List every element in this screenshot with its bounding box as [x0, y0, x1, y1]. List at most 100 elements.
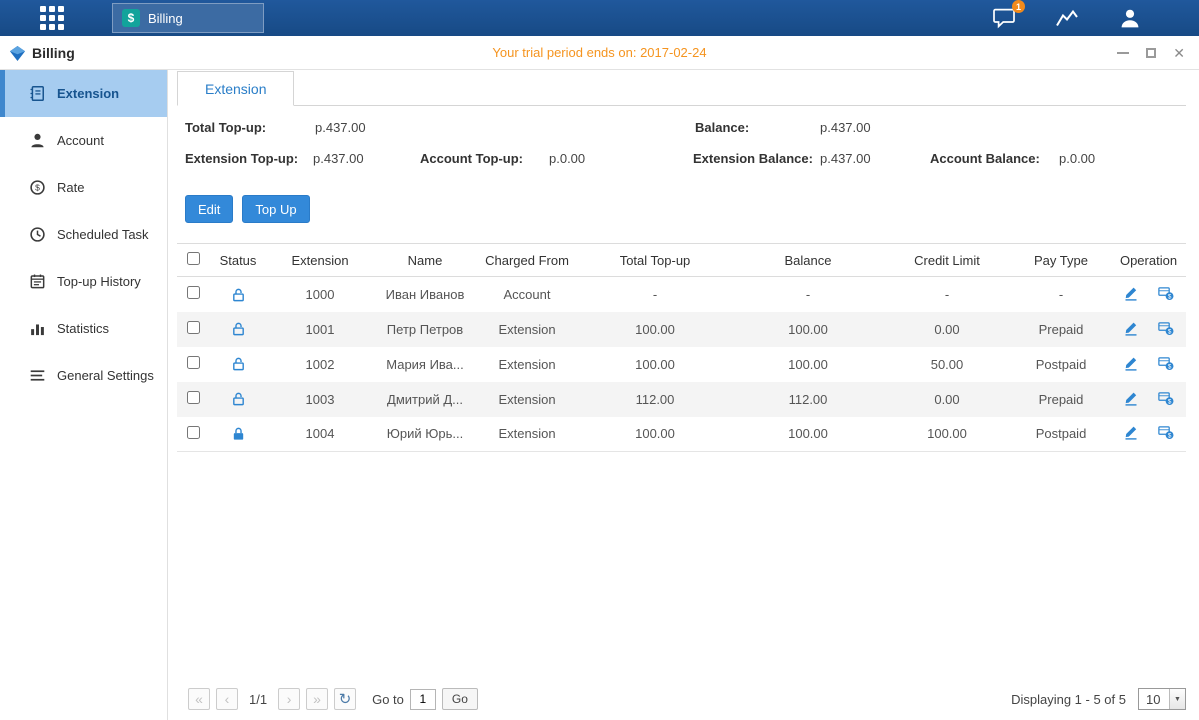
- billing-app-icon: $: [122, 9, 140, 27]
- cell-pay-type: Prepaid: [1011, 312, 1111, 347]
- edit-row-icon[interactable]: [1123, 320, 1139, 336]
- billing-app-window: $ Billing 1 Billing Your trial period en: [0, 0, 1199, 720]
- clock-icon: [29, 226, 46, 243]
- header-status: Status: [209, 244, 267, 277]
- cell-extension: 1001: [267, 312, 373, 347]
- header-total-topup: Total Top-up: [577, 244, 733, 277]
- sidebar: Extension Account Rate Scheduled Task To…: [0, 70, 168, 720]
- sidebar-item-account[interactable]: Account: [0, 117, 167, 164]
- sidebar-item-label: Top-up History: [57, 274, 141, 289]
- calendar-icon: [29, 273, 46, 290]
- edit-row-icon[interactable]: [1123, 285, 1139, 301]
- row-checkbox[interactable]: [187, 426, 200, 439]
- sidebar-item-label: Statistics: [57, 321, 109, 336]
- cell-credit-limit: 0.00: [883, 312, 1011, 347]
- account-balance-value: p.0.00: [1059, 151, 1095, 166]
- row-checkbox[interactable]: [187, 286, 200, 299]
- cell-name: Дмитрий Д...: [373, 382, 477, 417]
- apps-grid-icon[interactable]: [40, 6, 66, 30]
- sidebar-item-general-settings[interactable]: General Settings: [0, 352, 167, 399]
- cell-pay-type: Postpaid: [1011, 347, 1111, 382]
- sidebar-item-rate[interactable]: Rate: [0, 164, 167, 211]
- row-checkbox[interactable]: [187, 391, 200, 404]
- sidebar-item-label: Rate: [57, 180, 84, 195]
- displaying-text: Displaying 1 - 5 of 5: [1011, 692, 1126, 707]
- row-checkbox[interactable]: [187, 321, 200, 334]
- cell-balance: 100.00: [733, 417, 883, 452]
- table-row: 1003 Дмитрий Д... Extension 112.00 112.0…: [177, 382, 1186, 417]
- topbar-right-icons: 1: [991, 0, 1199, 36]
- edit-row-icon[interactable]: [1123, 355, 1139, 371]
- main-content: Extension Total Top-up: p.437.00 Balance…: [168, 70, 1199, 720]
- table-header-row: Status Extension Name Charged From Total…: [177, 244, 1186, 277]
- goto-label: Go to: [372, 692, 404, 707]
- table-row: 1000 Иван Иванов Account - - - -: [177, 277, 1186, 312]
- row-checkbox[interactable]: [187, 356, 200, 369]
- cell-extension: 1000: [267, 277, 373, 312]
- sidebar-item-statistics[interactable]: Statistics: [0, 305, 167, 352]
- top-up-button[interactable]: Top Up: [242, 195, 309, 223]
- minimize-button[interactable]: [1117, 52, 1129, 54]
- next-page-button[interactable]: ›: [278, 688, 300, 710]
- sidebar-item-scheduled-task[interactable]: Scheduled Task: [0, 211, 167, 258]
- resource-monitor-icon[interactable]: [1054, 6, 1080, 30]
- header-credit-limit: Credit Limit: [883, 244, 1011, 277]
- sidebar-item-label: General Settings: [57, 368, 154, 383]
- extension-topup-label: Extension Top-up:: [185, 151, 298, 166]
- summary-panel: Total Top-up: p.437.00 Balance: p.437.00…: [168, 106, 1199, 211]
- edit-row-icon[interactable]: [1123, 390, 1139, 406]
- cell-balance: 100.00: [733, 312, 883, 347]
- extension-table: Status Extension Name Charged From Total…: [177, 243, 1186, 452]
- edit-button[interactable]: Edit: [185, 195, 233, 223]
- cell-charged-from: Extension: [477, 417, 577, 452]
- sidebar-item-topup-history[interactable]: Top-up History: [0, 258, 167, 305]
- page-size-select[interactable]: 10 ▼: [1138, 688, 1186, 710]
- cell-charged-from: Extension: [477, 347, 577, 382]
- cell-balance: 100.00: [733, 347, 883, 382]
- account-topup-value: p.0.00: [549, 151, 585, 166]
- topbar-tab-billing[interactable]: $ Billing: [112, 3, 264, 33]
- top-up-row-icon[interactable]: [1158, 390, 1174, 406]
- rate-icon: [29, 179, 46, 196]
- cell-charged-from: Account: [477, 277, 577, 312]
- cell-pay-type: Postpaid: [1011, 417, 1111, 452]
- cell-name: Мария Ива...: [373, 347, 477, 382]
- top-up-row-icon[interactable]: [1158, 355, 1174, 371]
- table-row: 1001 Петр Петров Extension 100.00 100.00…: [177, 312, 1186, 347]
- chat-icon[interactable]: 1: [991, 6, 1017, 30]
- cell-credit-limit: 0.00: [883, 382, 1011, 417]
- cell-total-topup: 100.00: [577, 347, 733, 382]
- cell-pay-type: Prepaid: [1011, 382, 1111, 417]
- cell-extension: 1002: [267, 347, 373, 382]
- cell-pay-type: -: [1011, 277, 1111, 312]
- page-size-value: 10: [1146, 692, 1160, 707]
- maximize-button[interactable]: [1146, 48, 1156, 58]
- cell-credit-limit: 100.00: [883, 417, 1011, 452]
- select-all-checkbox[interactable]: [187, 252, 200, 265]
- cell-name: Юрий Юрь...: [373, 417, 477, 452]
- extension-topup-value: p.437.00: [313, 151, 364, 166]
- prev-page-button[interactable]: ‹: [216, 688, 238, 710]
- go-button[interactable]: Go: [442, 688, 478, 710]
- topbar: $ Billing 1: [0, 0, 1199, 36]
- top-up-row-icon[interactable]: [1158, 424, 1174, 440]
- edit-row-icon[interactable]: [1123, 424, 1139, 440]
- unlocked-icon: [231, 286, 246, 301]
- header-charged-from: Charged From: [477, 244, 577, 277]
- refresh-icon[interactable]: ↻: [334, 688, 356, 710]
- balance-value: p.437.00: [820, 120, 871, 135]
- header-name: Name: [373, 244, 477, 277]
- sidebar-item-extension[interactable]: Extension: [0, 70, 167, 117]
- top-up-row-icon[interactable]: [1158, 320, 1174, 336]
- last-page-button[interactable]: »: [306, 688, 328, 710]
- cell-name: Иван Иванов: [373, 277, 477, 312]
- top-up-row-icon[interactable]: [1158, 285, 1174, 301]
- total-topup-label: Total Top-up:: [185, 120, 266, 135]
- cell-charged-from: Extension: [477, 312, 577, 347]
- goto-page-input[interactable]: [410, 689, 436, 710]
- notification-badge: 1: [1012, 0, 1025, 13]
- tab-extension[interactable]: Extension: [177, 71, 294, 106]
- close-button[interactable]: ✕: [1173, 46, 1185, 60]
- user-account-icon[interactable]: [1117, 6, 1143, 30]
- first-page-button[interactable]: «: [188, 688, 210, 710]
